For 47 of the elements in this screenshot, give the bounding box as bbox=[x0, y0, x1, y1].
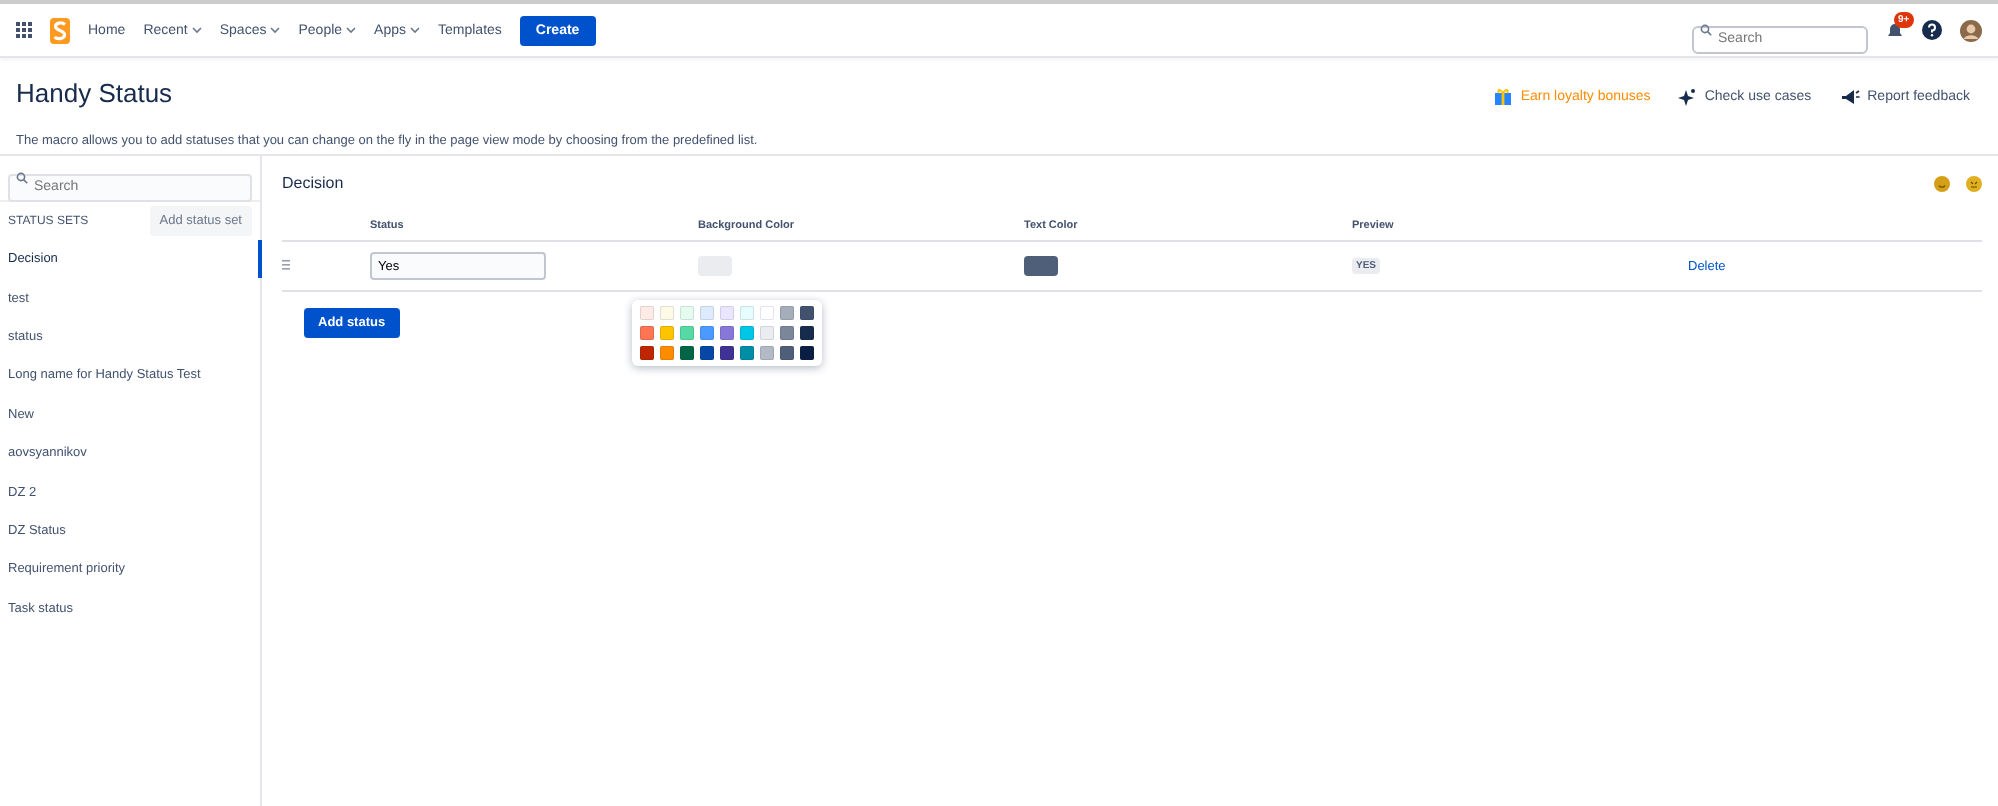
smiley-icon[interactable] bbox=[1966, 175, 1982, 191]
gift-icon bbox=[1494, 87, 1513, 105]
page-title: Handy Status bbox=[16, 78, 175, 112]
text-color-swatch[interactable] bbox=[1024, 256, 1058, 276]
color-chip[interactable] bbox=[680, 346, 694, 360]
color-chip[interactable] bbox=[720, 326, 734, 340]
color-chip[interactable] bbox=[760, 346, 774, 360]
caret-icon bbox=[346, 26, 357, 34]
color-chip[interactable] bbox=[760, 326, 774, 340]
bell-icon[interactable] bbox=[1886, 21, 1904, 39]
color-chip[interactable] bbox=[800, 346, 814, 360]
color-chip[interactable] bbox=[660, 306, 674, 320]
caret-icon bbox=[191, 26, 202, 34]
color-chip[interactable] bbox=[700, 346, 714, 360]
color-chip[interactable] bbox=[700, 306, 714, 320]
color-chip[interactable] bbox=[680, 306, 694, 320]
caret-icon bbox=[270, 26, 281, 34]
color-chip[interactable] bbox=[760, 306, 774, 320]
search-icon bbox=[1700, 24, 1712, 36]
drag-handle-icon[interactable] bbox=[282, 260, 290, 272]
color-chip[interactable] bbox=[640, 306, 654, 320]
color-chip[interactable] bbox=[660, 326, 674, 340]
sparkle-icon bbox=[1678, 87, 1697, 105]
color-chip[interactable] bbox=[680, 326, 694, 340]
color-chip[interactable] bbox=[740, 346, 754, 360]
smiley-icon[interactable] bbox=[1934, 175, 1950, 191]
color-chip[interactable] bbox=[660, 346, 674, 360]
color-chip[interactable] bbox=[780, 346, 794, 360]
color-chip[interactable] bbox=[800, 326, 814, 340]
color-chip[interactable] bbox=[780, 326, 794, 340]
megaphone-icon bbox=[1839, 87, 1860, 105]
color-chip[interactable] bbox=[740, 306, 754, 320]
color-chip[interactable] bbox=[700, 326, 714, 340]
search-icon bbox=[16, 172, 28, 184]
color-chip[interactable] bbox=[640, 346, 654, 360]
color-chip[interactable] bbox=[780, 306, 794, 320]
color-chip[interactable] bbox=[640, 326, 654, 340]
avatar-icon[interactable] bbox=[1960, 19, 1982, 41]
help-icon[interactable] bbox=[1922, 20, 1942, 40]
app-switcher-icon[interactable] bbox=[16, 22, 32, 38]
color-chip[interactable] bbox=[720, 346, 734, 360]
color-chip[interactable] bbox=[740, 326, 754, 340]
set-title: Decision bbox=[282, 174, 344, 192]
color-chip[interactable] bbox=[720, 306, 734, 320]
caret-icon bbox=[410, 26, 420, 34]
color-chip[interactable] bbox=[800, 306, 814, 320]
logo-icon[interactable] bbox=[50, 17, 70, 43]
